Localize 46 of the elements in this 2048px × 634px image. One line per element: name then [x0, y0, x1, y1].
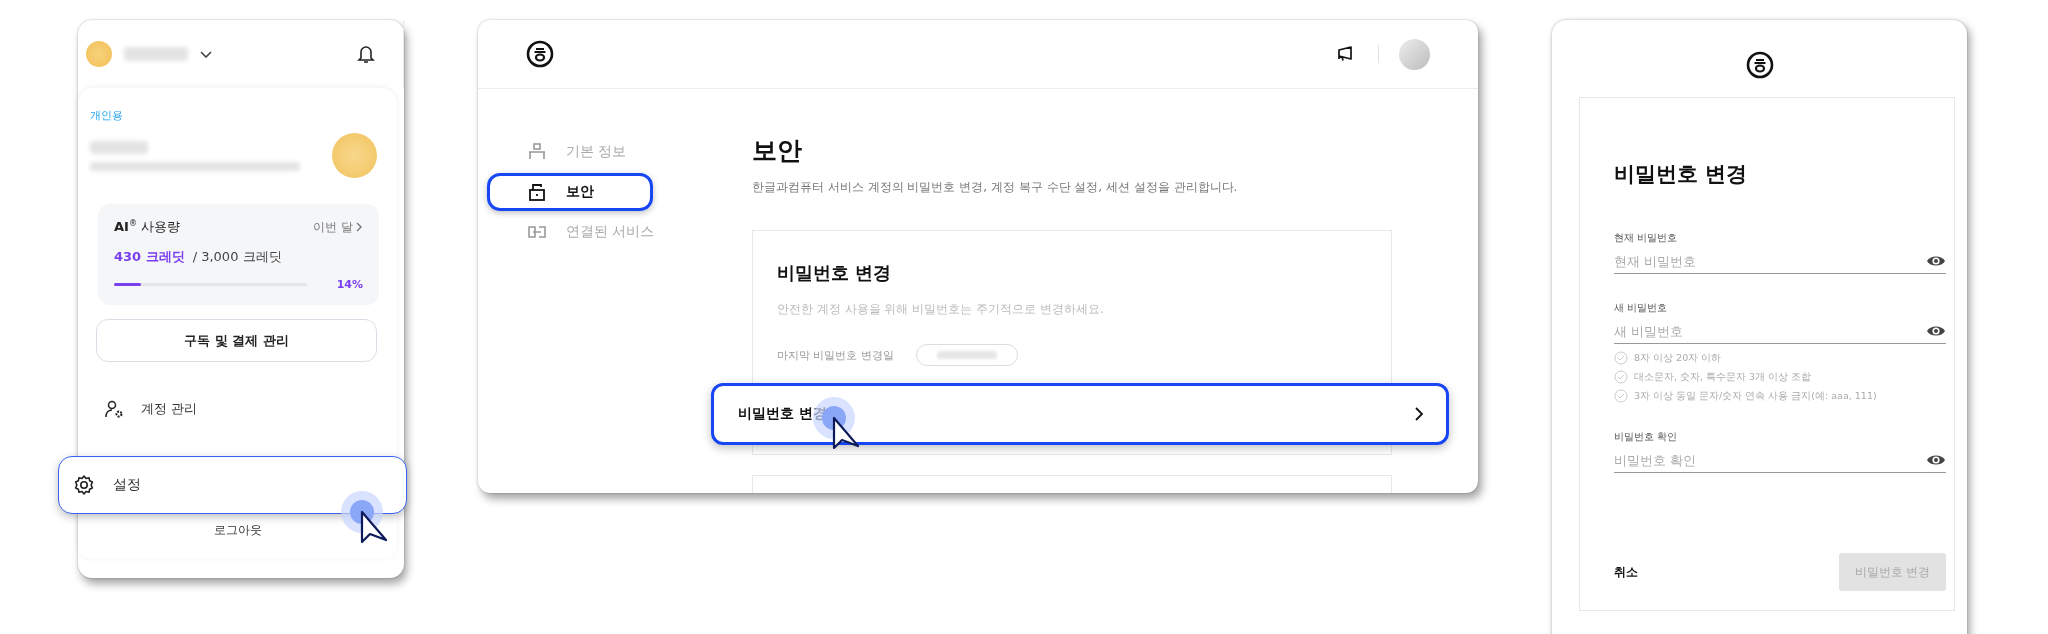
password-field[interactable]: 비밀번호 확인: [1614, 452, 1926, 468]
page-description: 한글과컴퓨터 서비스 계정의 비밀번호 변경, 계정 복구 수단 설정, 세션 설정을 관리합니다.: [752, 179, 1239, 196]
form-title: 비밀번호 변경: [1614, 161, 1749, 188]
password-field[interactable]: 현재 비밀번호: [1614, 253, 1926, 269]
menu-item[interactable]: 계정 관리: [90, 380, 385, 438]
cancel-button[interactable]: 취소: [1614, 564, 1638, 580]
chevron-right-icon: [356, 222, 363, 232]
avatar: [332, 133, 377, 178]
profile-icon: [528, 143, 546, 161]
avatar[interactable]: [1399, 38, 1430, 70]
link-icon: [528, 223, 546, 241]
card-description: 안전한 계정 사용을 위해 비밀번호는 주기적으로 변경하세요.: [777, 301, 1105, 318]
chevron-right-icon: [1415, 407, 1424, 421]
period-link[interactable]: 이번 달: [313, 218, 363, 236]
section-label: 개인용: [90, 108, 124, 123]
chevron-down-icon: [200, 50, 212, 58]
redacted-text: [90, 140, 148, 154]
user-gear-icon: [105, 400, 123, 418]
subscription-button[interactable]: 구독 및 결제 관리: [96, 319, 377, 362]
logo-icon: [1745, 51, 1774, 79]
field-label: 비밀번호 확인: [1614, 431, 1679, 444]
cursor-icon: [340, 490, 390, 544]
redacted-text: [124, 47, 188, 61]
bell-icon: [357, 44, 375, 64]
nav-item[interactable]: 보안: [487, 173, 653, 211]
logo-icon: [526, 40, 554, 68]
redacted-text: [937, 351, 997, 359]
page-heading: 보안: [752, 135, 803, 167]
lock-icon: [528, 183, 546, 201]
credits-used: 430 크레딧: [114, 248, 185, 266]
password-field[interactable]: 새 비밀번호: [1614, 323, 1926, 339]
usage-title: AI$^{®}$ 사용량: [114, 218, 182, 236]
last-changed-label: 마지막 비밀번호 변경일: [777, 347, 894, 363]
card-title: 비밀번호 변경: [777, 261, 893, 285]
rule-text: 3자 이상 동일 문자/숫자 연속 사용 금지(예: aaa, 111): [1634, 389, 1877, 403]
menu-item[interactable]: 설정: [58, 456, 407, 514]
avatar[interactable]: [86, 41, 112, 67]
credits-total: / 3,000 크레딧: [192, 248, 282, 266]
megaphone-icon: [1336, 45, 1354, 63]
settings-icon: [73, 474, 95, 496]
rule-text: 8자 이상 20자 이하: [1634, 351, 1722, 365]
usage-percent: 14%: [336, 278, 363, 291]
logout-link[interactable]: 로그아웃: [213, 522, 262, 539]
field-label: 현재 비밀번호: [1614, 232, 1679, 245]
field-label: 새 비밀번호: [1614, 302, 1669, 315]
rule-text: 대소문자, 숫자, 특수문자 3개 이상 조합: [1634, 370, 1812, 384]
